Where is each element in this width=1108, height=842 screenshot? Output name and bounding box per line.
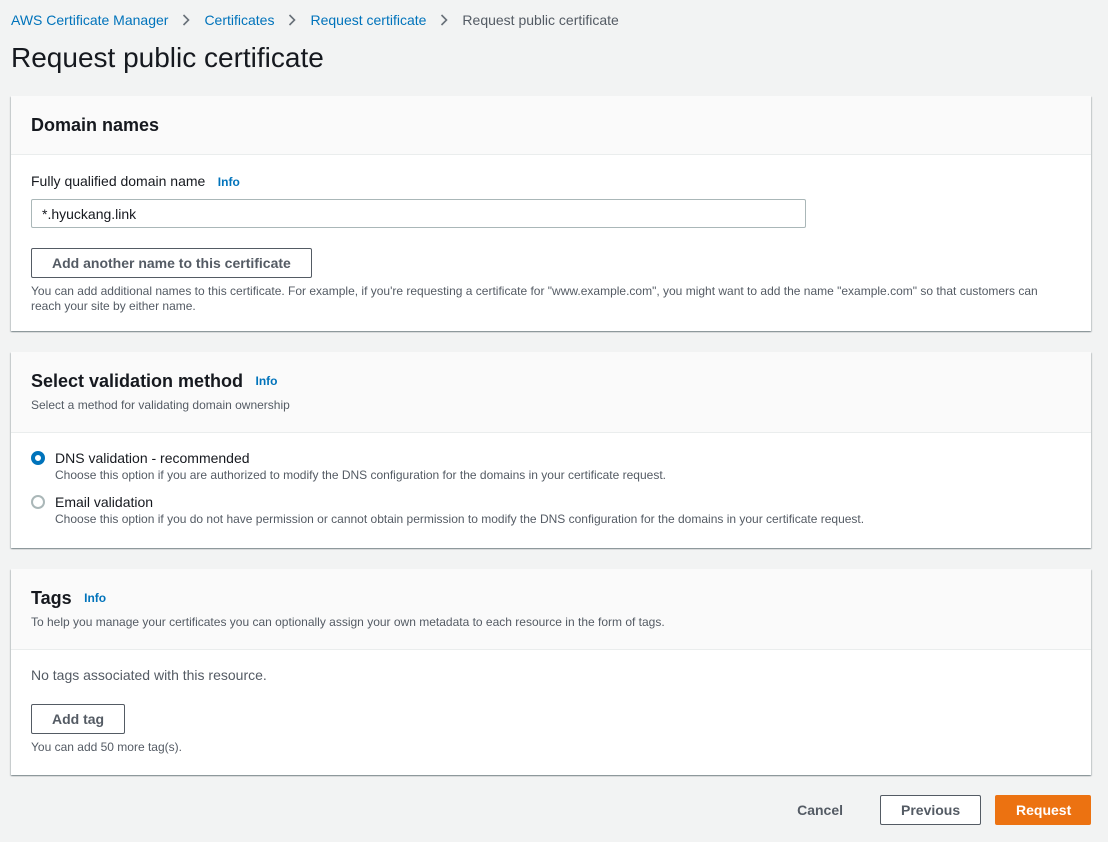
validation-method-header: Select validation method Info Select a m… — [11, 352, 1091, 433]
domain-names-body: Fully qualified domain name Info Add ano… — [11, 173, 1091, 314]
domain-names-title: Domain names — [31, 115, 160, 135]
breadcrumb-current: Request public certificate — [462, 12, 619, 28]
email-validation-radio[interactable] — [31, 495, 45, 509]
chevron-right-icon — [274, 11, 310, 29]
domain-names-panel: Domain names Fully qualified domain name… — [11, 96, 1091, 331]
tags-header: Tags Info To help you manage your certif… — [11, 569, 1091, 650]
validation-method-panel: Select validation method Info Select a m… — [11, 352, 1091, 548]
breadcrumb-certificates-link[interactable]: Certificates — [204, 12, 274, 28]
domain-field-label: Fully qualified domain name — [31, 173, 206, 189]
validation-method-description: Select a method for validating domain ow… — [31, 398, 290, 412]
dns-validation-radio[interactable] — [31, 451, 45, 465]
no-tags-text: No tags associated with this resource. — [31, 667, 267, 683]
domain-name-input[interactable] — [31, 199, 806, 228]
validation-method-title: Select validation method — [31, 371, 244, 391]
add-another-name-button[interactable]: Add another name to this certificate — [31, 248, 312, 278]
domain-info-link[interactable]: Info — [218, 175, 240, 189]
request-button[interactable]: Request — [995, 795, 1091, 825]
cancel-button[interactable]: Cancel — [777, 795, 863, 825]
tag-limit-hint: You can add 50 more tag(s). — [31, 740, 182, 754]
page-title: Request public certificate — [11, 42, 324, 73]
breadcrumb-acm-link[interactable]: AWS Certificate Manager — [11, 12, 168, 28]
form-actions: Cancel Previous Request — [777, 795, 1091, 825]
chevron-right-icon — [426, 11, 462, 29]
email-validation-description: Choose this option if you do not have pe… — [55, 512, 865, 526]
tags-panel: Tags Info To help you manage your certif… — [11, 569, 1091, 775]
tags-body: No tags associated with this resource. A… — [11, 667, 1091, 755]
dns-validation-option[interactable]: DNS validation - recommended Choose this… — [31, 450, 1071, 482]
tags-info-link[interactable]: Info — [84, 591, 106, 605]
domain-field-label-row: Fully qualified domain name Info — [31, 173, 1071, 191]
dns-validation-description: Choose this option if you are authorized… — [55, 468, 666, 482]
email-validation-label: Email validation — [55, 494, 154, 510]
validation-method-body: DNS validation - recommended Choose this… — [11, 433, 1091, 526]
domain-hint: You can add additional names to this cer… — [31, 284, 1038, 313]
domain-names-header: Domain names — [11, 96, 1091, 155]
dns-validation-label: DNS validation - recommended — [55, 450, 250, 466]
validation-info-link[interactable]: Info — [256, 374, 278, 388]
tags-description: To help you manage your certificates you… — [31, 615, 665, 629]
add-tag-button[interactable]: Add tag — [31, 704, 126, 734]
email-validation-option[interactable]: Email validation Choose this option if y… — [31, 494, 1071, 526]
tags-title: Tags — [31, 588, 72, 608]
breadcrumb: AWS Certificate Manager Certificates Req… — [11, 11, 619, 29]
chevron-right-icon — [168, 11, 204, 29]
breadcrumb-request-certificate-link[interactable]: Request certificate — [310, 12, 426, 28]
previous-button[interactable]: Previous — [880, 795, 981, 825]
